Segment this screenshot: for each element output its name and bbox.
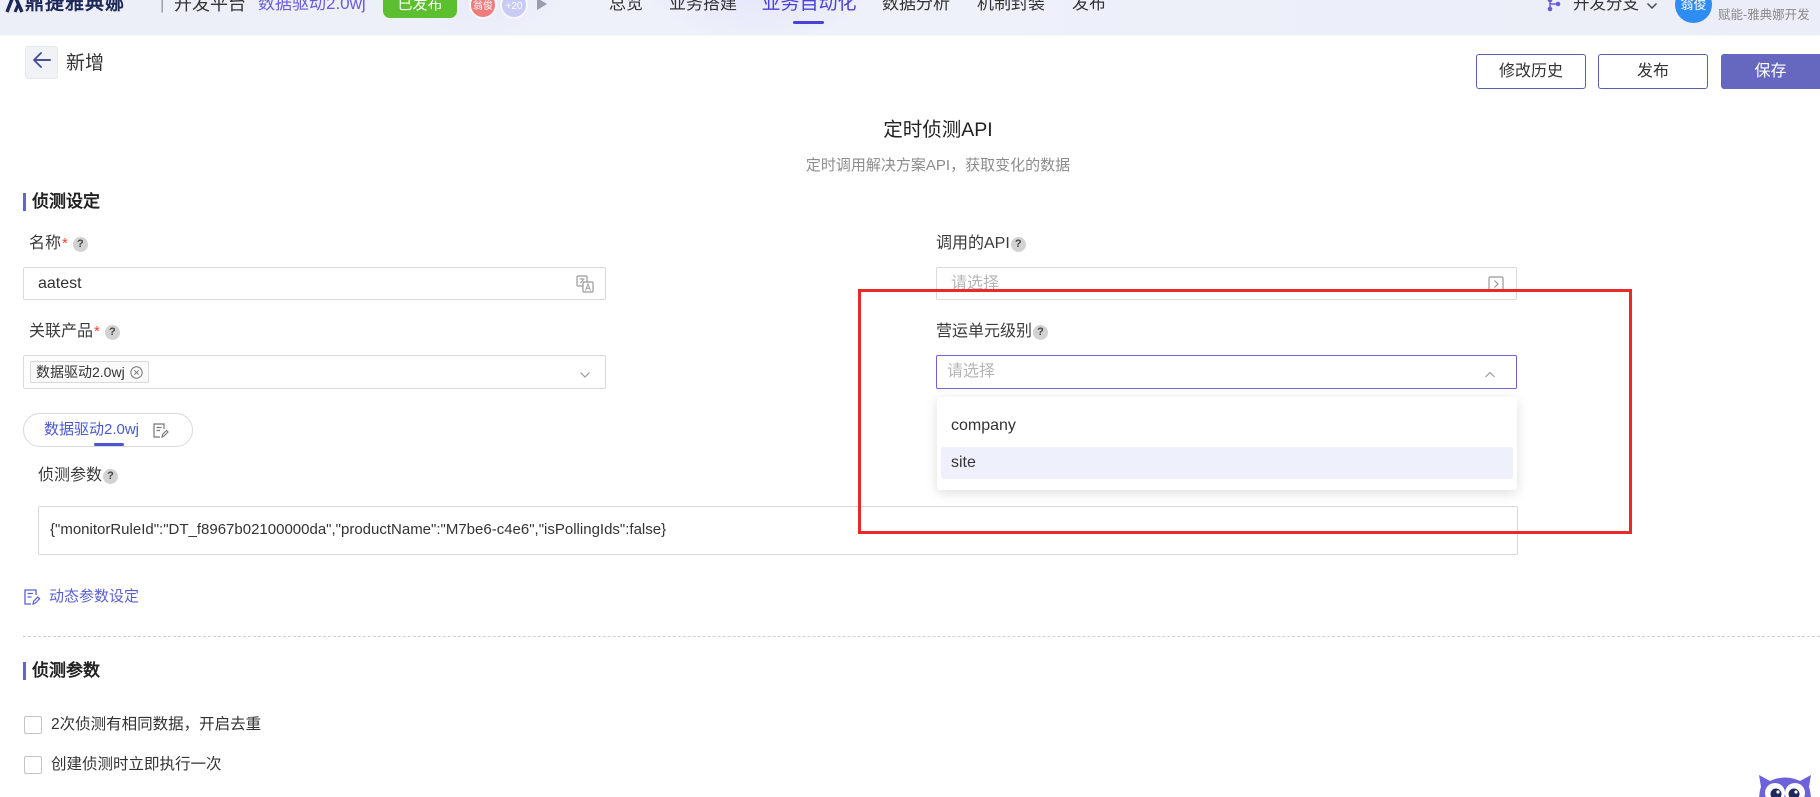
- translate-icon[interactable]: [576, 275, 594, 298]
- api-label-text: 调用的API: [936, 235, 1010, 252]
- nav-item-business-build[interactable]: 业务搭建: [667, 0, 739, 16]
- nav-item-mechanism[interactable]: 机制封装: [975, 0, 1047, 16]
- dropdown-option-site[interactable]: site: [941, 447, 1513, 479]
- platform-name: 开发平台: [174, 0, 246, 14]
- branch-selector[interactable]: 开发分支: [1573, 0, 1639, 16]
- section-title-detect-settings: 侦测设定: [32, 192, 100, 211]
- params-textarea[interactable]: {"monitorRuleId":"DT_f8967b02100000da","…: [38, 506, 1518, 555]
- close-circle-icon[interactable]: [129, 365, 143, 379]
- back-button[interactable]: [25, 46, 58, 79]
- user-avatar[interactable]: 翁俊: [1675, 0, 1712, 23]
- publish-button[interactable]: 发布: [1598, 54, 1708, 89]
- branch-icon[interactable]: [1546, 0, 1562, 12]
- section-marker: [23, 662, 26, 680]
- help-icon[interactable]: ?: [1010, 236, 1026, 252]
- name-label-text: 名称: [29, 235, 62, 252]
- name-input[interactable]: [24, 268, 605, 299]
- nav-active-indicator: [793, 21, 824, 24]
- top-nav-bar: 鼎捷雅典娜 | 开发平台 数据驱动2.0wj 已发布 翁俊 +20 总览 业务搭…: [0, 0, 1820, 35]
- dropdown-option-company[interactable]: company: [941, 410, 1513, 442]
- api-field: [936, 267, 1517, 300]
- section-divider: [23, 636, 1820, 637]
- arrow-left-icon: [32, 51, 52, 74]
- save-button[interactable]: 保存: [1721, 54, 1820, 89]
- run-immediately-checkbox[interactable]: [24, 756, 42, 774]
- document-edit-icon[interactable]: [152, 422, 169, 439]
- unit-level-select[interactable]: [936, 355, 1517, 389]
- status-badge: 已发布: [383, 0, 457, 18]
- unit-level-label: 营运单元级别 ?: [936, 322, 1049, 342]
- required-mark: *: [94, 323, 100, 340]
- dedupe-checkbox[interactable]: [24, 716, 42, 734]
- required-mark: *: [62, 235, 68, 252]
- unit-level-label-text: 营运单元级别: [936, 323, 1033, 340]
- nav-item-data-analysis[interactable]: 数据分析: [880, 0, 952, 16]
- history-button[interactable]: 修改历史: [1476, 54, 1586, 89]
- chevron-down-icon[interactable]: [579, 367, 591, 385]
- nav-item-publish[interactable]: 发布: [1069, 0, 1109, 16]
- unit-level-input[interactable]: [937, 356, 1516, 388]
- help-icon[interactable]: ?: [1033, 324, 1049, 340]
- open-selector-icon[interactable]: [1488, 276, 1504, 297]
- form-subtitle: 定时调用解决方案API，获取变化的数据: [805, 157, 1071, 174]
- product-select[interactable]: 数据驱动2.0wj: [23, 355, 606, 389]
- product-tag: 数据驱动2.0wj: [30, 361, 149, 383]
- api-select-input[interactable]: [937, 268, 1516, 299]
- document-edit-icon[interactable]: [23, 588, 41, 606]
- chevron-up-icon[interactable]: [1484, 367, 1496, 385]
- nav-item-overview[interactable]: 总览: [606, 0, 646, 16]
- product-tab-indicator: [94, 443, 124, 446]
- api-label: 调用的API ?: [936, 234, 1026, 254]
- name-field: [23, 267, 606, 300]
- product-tab-pill: 数据驱动2.0wj: [23, 413, 193, 447]
- help-icon[interactable]: ?: [104, 324, 120, 340]
- section-marker: [23, 193, 26, 211]
- play-icon[interactable]: [536, 0, 548, 11]
- help-icon[interactable]: ?: [72, 236, 88, 252]
- run-immediately-checkbox-label[interactable]: 创建侦测时立即执行一次: [51, 755, 222, 775]
- unit-level-dropdown: company site: [937, 397, 1517, 490]
- chevron-down-icon[interactable]: [1646, 0, 1658, 9]
- product-tag-label: 数据驱动2.0wj: [36, 364, 125, 380]
- product-label: 关联产品 * ?: [29, 322, 120, 342]
- help-icon[interactable]: ?: [103, 468, 119, 484]
- app-name[interactable]: 数据驱动2.0wj: [258, 0, 366, 16]
- section-title-detect-params: 侦测参数: [32, 661, 100, 680]
- page-title: 新增: [66, 53, 105, 74]
- user-tenant: 赋能-雅典娜开发: [1718, 8, 1810, 22]
- form-title: 定时侦测API: [883, 119, 993, 141]
- logo-text[interactable]: 鼎捷雅典娜: [25, 0, 125, 16]
- name-label: 名称 * ?: [29, 234, 88, 254]
- product-tab[interactable]: 数据驱动2.0wj: [44, 414, 139, 446]
- dedupe-checkbox-label[interactable]: 2次侦测有相同数据，开启去重: [51, 715, 261, 735]
- params-label: 侦测参数 ?: [38, 466, 119, 486]
- nav-item-business-automation[interactable]: 业务自动化: [759, 0, 859, 16]
- header-separator: |: [160, 0, 165, 13]
- assistant-mascot-icon[interactable]: [1756, 771, 1814, 797]
- dynamic-params-link[interactable]: 动态参数设定: [49, 587, 139, 607]
- product-label-text: 关联产品: [29, 323, 94, 340]
- logo-icon: [5, 0, 24, 13]
- params-label-text: 侦测参数: [38, 467, 103, 484]
